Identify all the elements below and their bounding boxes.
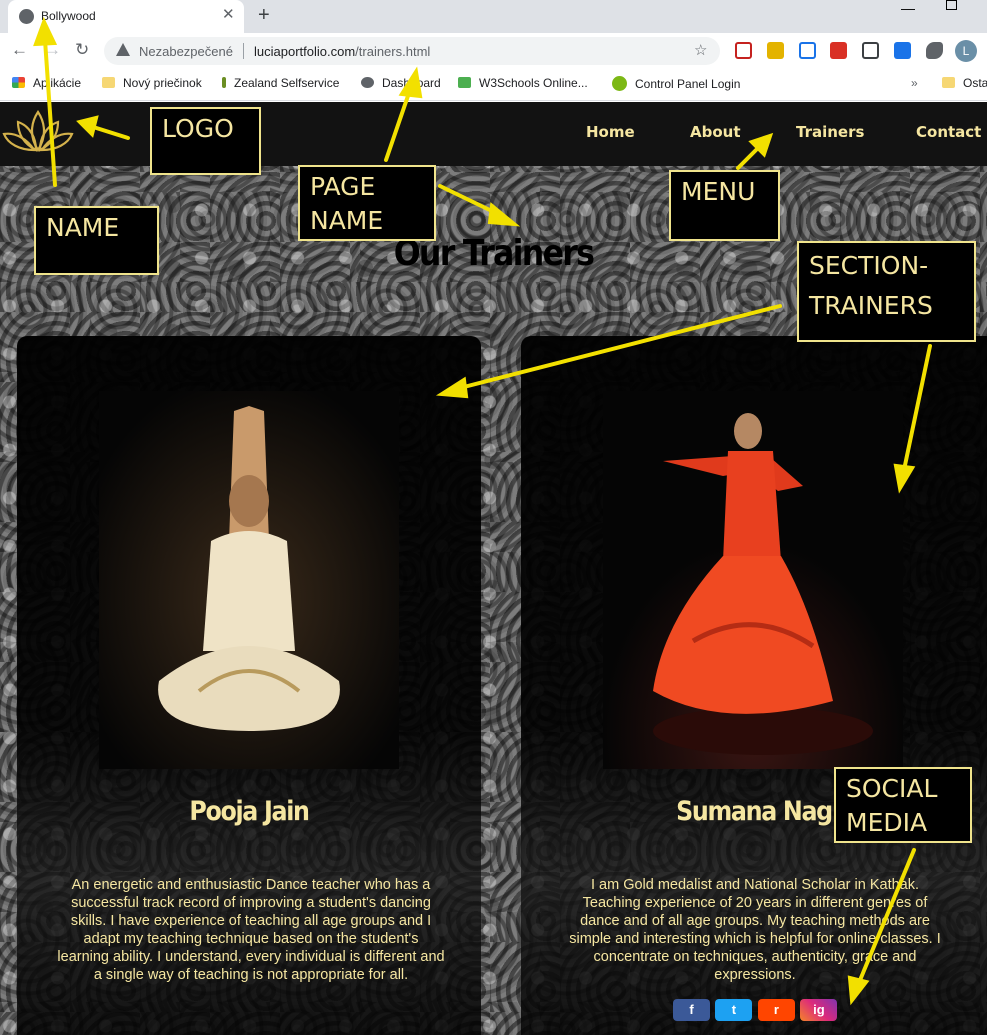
url-domain: luciaportfolio.com [254,44,356,59]
address-bar[interactable]: Nezabezpečené luciaportfolio.com/trainer… [104,37,720,65]
annotation-page-name: PAGE NAME [298,165,436,241]
control-panel-icon [612,76,627,91]
back-icon[interactable]: ← [11,41,28,58]
social-media-links: f t r ig [673,999,838,1021]
annotation-name: NAME [34,206,159,275]
minimize-icon[interactable]: — [901,0,915,16]
globe-icon [361,77,374,88]
insecure-label[interactable]: Nezabezpečené [139,44,233,59]
annotation-logo: LOGO [150,107,261,175]
reddit-icon[interactable]: r [757,999,795,1021]
trainer-card: Pooja Jain An energetic and enthusiastic… [17,336,481,1035]
extension-drive-icon[interactable] [767,42,784,59]
nav-about[interactable]: About [690,123,741,141]
browser-tab-strip: Bollywood ✕ + — [0,0,987,33]
bookmark-w3schools[interactable]: W3Schools Online... [458,76,588,90]
annotation-social-media: SOCIAL MEDIA [834,767,972,843]
bookmark-folder[interactable]: Nový priečinok [102,76,202,90]
folder-icon [942,77,955,88]
trainer-photo [603,391,903,769]
apps-grid-icon [12,77,25,88]
trainer-photo [99,391,399,769]
bookmarks-overflow-icon[interactable]: » [911,76,918,90]
extension-upload-icon[interactable] [799,42,816,59]
bookmark-other[interactable]: Ostat [942,76,987,90]
folder-icon [102,77,115,88]
facebook-icon[interactable]: f [673,999,710,1021]
bookmark-control-panel[interactable]: Control Panel Login [612,76,740,91]
browser-tab[interactable]: Bollywood ✕ [8,0,244,33]
warning-icon[interactable] [116,43,130,56]
lotus-logo-icon[interactable] [2,106,74,158]
zealand-icon [222,77,226,88]
star-icon[interactable]: ☆ [694,41,707,59]
tab-title: Bollywood [41,9,96,23]
twitter-icon[interactable]: t [715,999,753,1021]
nav-trainers[interactable]: Trainers [796,123,864,141]
extension-resize-icon[interactable] [894,42,911,59]
extension-screenshot-icon[interactable] [862,42,879,59]
trainer-name: Pooja Jain [189,796,310,827]
dancer-spinning-image [603,391,903,769]
trainer-bio: I am Gold medalist and National Scholar … [569,877,941,983]
extension-book-icon[interactable] [830,42,847,59]
globe-icon [19,9,34,24]
url-path: /trainers.html [355,44,431,59]
w3schools-icon [458,77,471,88]
divider [243,43,244,59]
site-header: Home About Trainers Contact [0,102,987,166]
bookmarks-bar: Aplikácie Nový priečinok Zealand Selfser… [0,69,987,101]
forward-icon[interactable]: → [44,41,61,58]
url-text[interactable]: luciaportfolio.com/trainers.html [254,44,430,59]
bookmark-apps[interactable]: Aplikácie [12,76,81,90]
nav-contact[interactable]: Contact [916,123,981,141]
trainer-bio: An energetic and enthusiastic Dance teac… [57,877,445,983]
bookmark-dashboard[interactable]: Dashboard [361,76,441,90]
annotation-section-trainers: SECTION- TRAINERS [797,241,976,342]
instagram-icon[interactable]: ig [800,999,838,1021]
avatar[interactable]: L [955,40,977,62]
trainer-card: Sumana Nag I am Gold medalist and Nation… [521,336,987,1035]
browser-toolbar: ← → ↻ Nezabezpečené luciaportfolio.com/t… [0,33,987,69]
annotation-menu: MENU [669,170,780,241]
reload-icon[interactable]: ↻ [75,41,89,58]
extension-pocket-icon[interactable] [735,42,752,59]
dancer-seated-image [99,391,399,769]
bookmark-zealand[interactable]: Zealand Selfservice [222,76,339,90]
close-icon[interactable]: ✕ [222,7,235,22]
nav-home[interactable]: Home [586,123,635,141]
new-tab-icon[interactable]: + [258,4,270,27]
puzzle-icon[interactable] [926,42,943,59]
maximize-icon[interactable] [946,0,957,10]
